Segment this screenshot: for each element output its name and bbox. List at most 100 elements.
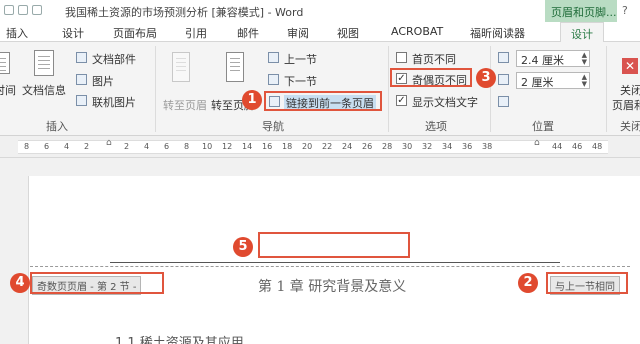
quick-parts-icon [76, 52, 87, 63]
footer-position-icon [498, 74, 509, 85]
right-indent-marker-icon[interactable]: ⌂ [534, 138, 540, 148]
ruler-number: 28 [382, 142, 393, 151]
tab-header-footer-design[interactable]: 设计 [560, 22, 604, 43]
group-label-insert: 插入 [46, 120, 68, 133]
close-header-footer-icon[interactable]: ✕ [622, 58, 638, 74]
callout-badge-1: 1 [242, 90, 262, 110]
group-label-position: 位置 [532, 120, 554, 133]
online-picture-button[interactable]: 联机图片 [92, 94, 136, 110]
tab-foxit-reader[interactable]: 福昕阅读器 [470, 25, 525, 41]
goto-footer-icon [226, 52, 244, 82]
callout-badge-2: 2 [518, 273, 538, 293]
ruler-number: 32 [422, 142, 433, 151]
tab-references[interactable]: 引用 [185, 25, 207, 41]
ruler-number: 30 [402, 142, 413, 151]
picture-button[interactable]: 图片 [92, 73, 114, 89]
show-document-text-label: 显示文档文字 [412, 96, 478, 109]
callout-badge-3: 3 [476, 68, 496, 88]
ribbon: 时间 文档信息 文档部件 图片 联机图片 插入 转至页眉 转至页脚 上一节 下一… [0, 42, 640, 136]
footer-from-bottom-value: 2 厘米 [521, 76, 554, 89]
horizontal-ruler[interactable]: 8 6 4 2 ⌂ 2 4 6 8 10 12 14 16 18 20 22 2… [0, 136, 640, 158]
goto-header-button[interactable]: 转至页眉 [163, 97, 207, 113]
ruler-number: 2 [84, 142, 90, 151]
redo-icon[interactable] [32, 5, 42, 15]
ruler-number: 2 [124, 142, 130, 151]
ruler-number: 22 [322, 142, 333, 151]
document-page[interactable] [28, 176, 640, 344]
tab-page-layout[interactable]: 页面布局 [113, 25, 157, 41]
ruler-number: 34 [442, 142, 453, 151]
title-bar: 我国稀土资源的市场预测分析 [兼容模式] - Word 页眉和页脚... ? [0, 0, 640, 22]
ruler-number: 8 [24, 142, 30, 151]
ruler-number: 18 [282, 142, 293, 151]
ruler-number: 6 [164, 142, 170, 151]
undo-icon[interactable] [18, 5, 28, 15]
ruler-number: 24 [342, 142, 353, 151]
close-header-footer-button[interactable]: 关闭 [620, 82, 640, 98]
footer-from-bottom-input[interactable]: 2 厘米 ▲ ▼ [516, 72, 590, 89]
header-from-top-value: 2.4 厘米 [521, 54, 564, 67]
tab-review[interactable]: 审阅 [287, 25, 309, 41]
close-header-footer-label: 页眉和页 [612, 99, 640, 112]
ruler-number: 36 [462, 142, 473, 151]
window-title: 我国稀土资源的市场预测分析 [兼容模式] - Word [65, 6, 304, 19]
ruler-number: 16 [262, 142, 273, 151]
ruler-number: 20 [302, 142, 313, 151]
online-picture-icon [76, 95, 87, 106]
header-position-icon [498, 52, 509, 63]
help-icon[interactable]: ? [622, 4, 628, 17]
header-from-top-input[interactable]: 2.4 厘米 ▲ ▼ [516, 50, 590, 67]
quick-access-toolbar[interactable] [4, 5, 54, 17]
previous-section-icon [268, 52, 279, 63]
section-subheading: 1.1 稀土资源及其应用 [115, 336, 244, 344]
picture-icon [76, 74, 87, 85]
ruler-number: 26 [362, 142, 373, 151]
insert-alignment-tab-icon[interactable] [498, 96, 509, 107]
different-first-page-label: 首页不同 [412, 53, 456, 66]
header-rule-line [110, 262, 560, 263]
ruler-number: 10 [202, 142, 213, 151]
different-first-page-checkbox[interactable] [396, 52, 407, 63]
callout-badge-4: 4 [10, 273, 30, 293]
document-info-button[interactable]: 文档信息 [22, 82, 66, 98]
next-section-button[interactable]: 下一节 [284, 73, 317, 89]
goto-header-icon [172, 52, 190, 82]
context-tab-header-footer-tools: 页眉和页脚... [545, 0, 617, 22]
ruler-number: 48 [592, 142, 603, 151]
ruler-number: 6 [44, 142, 50, 151]
group-separator [155, 46, 156, 132]
save-icon[interactable] [4, 5, 14, 15]
next-section-icon [268, 74, 279, 85]
group-separator [388, 46, 389, 132]
ruler-number: 4 [144, 142, 150, 151]
show-document-text-checkbox[interactable]: ✓ [396, 95, 407, 106]
group-label-navigation: 导航 [262, 120, 284, 133]
tab-insert[interactable]: 插入 [6, 25, 28, 41]
tab-mailings[interactable]: 邮件 [237, 25, 259, 41]
ruler-number: 14 [242, 142, 253, 151]
ruler-number: 4 [64, 142, 70, 151]
group-label-close: 关闭 [620, 120, 640, 133]
tab-acrobat[interactable]: ACROBAT [391, 25, 443, 38]
header-edit-area[interactable] [258, 232, 410, 258]
tab-design[interactable]: 设计 [62, 25, 84, 41]
tab-view[interactable]: 视图 [337, 25, 359, 41]
left-indent-marker-icon[interactable]: ⌂ [106, 138, 112, 148]
date-time-icon [0, 52, 10, 74]
chapter-heading: 第 1 章 研究背景及意义 [258, 279, 407, 295]
date-time-button[interactable]: 时间 [0, 82, 16, 98]
callout-box-same-as-previous [546, 272, 628, 294]
spinner-arrows-icon[interactable]: ▲ ▼ [582, 52, 587, 66]
document-info-icon [34, 50, 54, 76]
callout-box-odd-even [390, 68, 472, 87]
quick-parts-button[interactable]: 文档部件 [92, 51, 136, 67]
ruler-number: 44 [552, 142, 563, 151]
ruler-number: 38 [482, 142, 493, 151]
ribbon-tabs: 插入 设计 页面布局 引用 邮件 审阅 视图 ACROBAT 福昕阅读器 设计 [0, 22, 640, 43]
header-boundary-line [30, 266, 630, 267]
group-separator [606, 46, 607, 132]
spinner-arrows-icon[interactable]: ▲ ▼ [582, 74, 587, 88]
ruler-number: 12 [222, 142, 233, 151]
group-label-options: 选项 [425, 120, 447, 133]
previous-section-button[interactable]: 上一节 [284, 51, 317, 67]
